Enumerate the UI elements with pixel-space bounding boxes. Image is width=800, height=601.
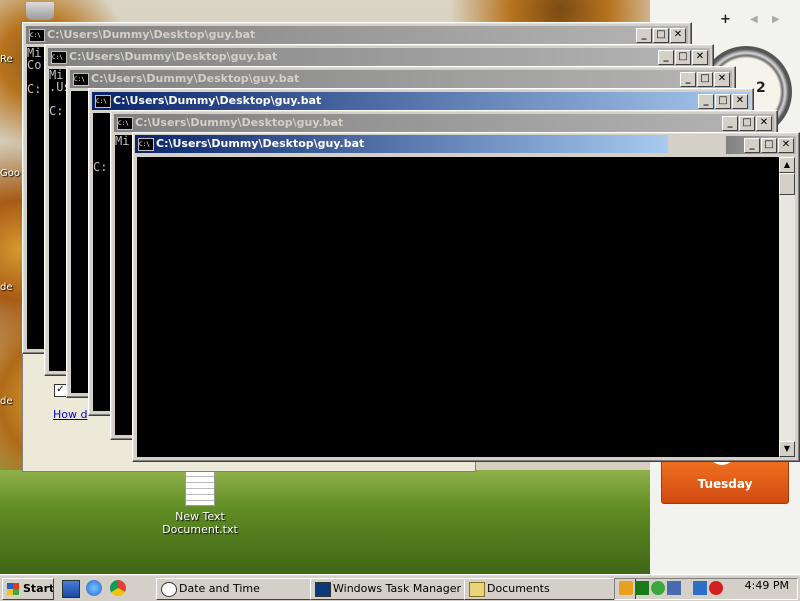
window-title-bar[interactable]: C:\ C:\Users\Dummy\Desktop\guy.bat <box>135 135 668 153</box>
minimize-button[interactable]: _ <box>744 138 760 153</box>
console-output[interactable] <box>137 157 779 457</box>
security-shield-icon[interactable] <box>619 581 633 595</box>
check-icon[interactable] <box>651 581 665 595</box>
cmd-icon: C:\ <box>95 95 111 108</box>
start-label: Start <box>23 582 54 595</box>
desktop-label-fragment[interactable]: de <box>0 396 13 407</box>
window-title: C:\Users\Dummy\Desktop\guy.bat <box>113 94 322 107</box>
maximize-button[interactable]: □ <box>739 116 755 131</box>
desktop-label-fragment[interactable]: de <box>0 282 13 293</box>
minimize-button[interactable]: _ <box>636 28 652 43</box>
scroll-down-icon[interactable]: ▼ <box>779 441 795 457</box>
window-title-bar[interactable]: C:\ C:\Users\Dummy\Desktop\guy.bat _ □ ✕ <box>26 26 688 44</box>
scroll-up-icon[interactable]: ▲ <box>779 157 795 173</box>
desktop-label-fragment[interactable]: Goo <box>0 168 20 179</box>
desktop-icon-label: Document.txt <box>162 523 238 536</box>
calendar-gadget[interactable]: Tuesday <box>661 451 789 504</box>
vertical-scrollbar[interactable]: ▲▼ <box>779 157 795 457</box>
previous-page-icon[interactable]: ◀ <box>750 14 758 25</box>
new-text-document-icon[interactable]: New Text Document.txt <box>150 470 250 536</box>
task-manager-icon <box>315 582 331 597</box>
clock-icon <box>161 582 177 597</box>
window-title: C:\Users\Dummy\Desktop\guy.bat <box>135 116 344 129</box>
window-title-bar[interactable]: C:\ C:\Users\Dummy\Desktop\guy.bat _ □ ✕ <box>48 48 710 66</box>
window-title-bar-fragment[interactable]: _ □ ✕ <box>726 136 796 154</box>
add-gadget-button[interactable]: + <box>720 12 731 27</box>
desktop-icon-label: New Text <box>175 510 225 523</box>
task-label: Date and Time <box>179 582 260 595</box>
cmd-icon: C:\ <box>117 117 133 130</box>
help-link[interactable]: How d <box>53 408 87 421</box>
window-title-bar[interactable]: C:\ C:\Users\Dummy\Desktop\guy.bat _ □ ✕ <box>70 70 732 88</box>
window-title-bar[interactable]: C:\ C:\Users\Dummy\Desktop\guy.bat _ □ ✕ <box>114 114 774 132</box>
start-button[interactable]: Start <box>2 578 54 600</box>
task-documents[interactable]: Documents <box>464 578 636 600</box>
task-label: Documents <box>487 582 550 595</box>
window-title-bar[interactable]: C:\ C:\Users\Dummy\Desktop\guy.bat _ □ ✕ <box>92 92 750 110</box>
minimize-button[interactable]: _ <box>680 72 696 87</box>
window-title: C:\Users\Dummy\Desktop\guy.bat <box>47 28 256 41</box>
folder-icon <box>469 582 485 597</box>
cmd-icon: C:\ <box>51 51 67 64</box>
chrome-icon[interactable] <box>110 580 126 596</box>
close-button[interactable]: ✕ <box>732 94 748 109</box>
calendar-day: Tuesday <box>697 477 753 491</box>
cmd-icon: C:\ <box>73 73 89 86</box>
window-title: C:\Users\Dummy\Desktop\guy.bat <box>91 72 300 85</box>
next-page-icon[interactable]: ▶ <box>772 14 780 25</box>
window-title: C:\Users\Dummy\Desktop\guy.bat <box>69 50 278 63</box>
close-button[interactable]: ✕ <box>756 116 772 131</box>
program-tray-icon[interactable] <box>635 581 649 595</box>
show-desktop-icon[interactable] <box>62 580 80 598</box>
cmd-icon: C:\ <box>29 29 45 42</box>
internet-explorer-icon[interactable] <box>86 580 102 596</box>
task-windows-task-manager[interactable]: Windows Task Manager <box>310 578 482 600</box>
close-button[interactable]: ✕ <box>670 28 686 43</box>
task-date-and-time[interactable]: Date and Time <box>156 578 328 600</box>
taskbar: Start Date and Time Windows Task Manager… <box>0 574 800 601</box>
system-tray: 4:49 PM <box>614 578 798 600</box>
cmd-icon: C:\ <box>138 138 154 151</box>
minimize-button[interactable]: _ <box>658 50 674 65</box>
close-button[interactable]: ✕ <box>778 138 794 153</box>
close-button[interactable]: ✕ <box>714 72 730 87</box>
wallpaper-grass <box>0 470 660 574</box>
scroll-thumb[interactable] <box>779 173 795 195</box>
minimize-button[interactable]: _ <box>698 94 714 109</box>
minimize-button[interactable]: _ <box>722 116 738 131</box>
desktop-label-fragment[interactable]: Re <box>0 54 13 65</box>
tray-app-icon[interactable] <box>667 581 681 595</box>
clock-number: 2 <box>756 80 766 96</box>
console-window-active-title[interactable]: C:\ C:\Users\Dummy\Desktop\guy.bat <box>132 132 668 156</box>
volume-muted-icon[interactable] <box>709 581 723 595</box>
close-button[interactable]: ✕ <box>692 50 708 65</box>
maximize-button[interactable]: □ <box>697 72 713 87</box>
taskbar-clock[interactable]: 4:49 PM <box>745 579 789 592</box>
maximize-button[interactable]: □ <box>675 50 691 65</box>
network-icon[interactable] <box>693 581 707 595</box>
windows-logo-icon <box>7 583 19 595</box>
console-window-frame[interactable]: _ □ ✕ ▲ ▼ <box>132 132 800 462</box>
maximize-button[interactable]: □ <box>715 94 731 109</box>
maximize-button[interactable]: □ <box>653 28 669 43</box>
window-title: C:\Users\Dummy\Desktop\guy.bat <box>156 137 365 150</box>
text-file-icon <box>185 470 215 506</box>
task-label: Windows Task Manager <box>333 582 462 595</box>
recycle-bin-icon[interactable] <box>20 2 60 20</box>
maximize-button[interactable]: □ <box>761 138 777 153</box>
